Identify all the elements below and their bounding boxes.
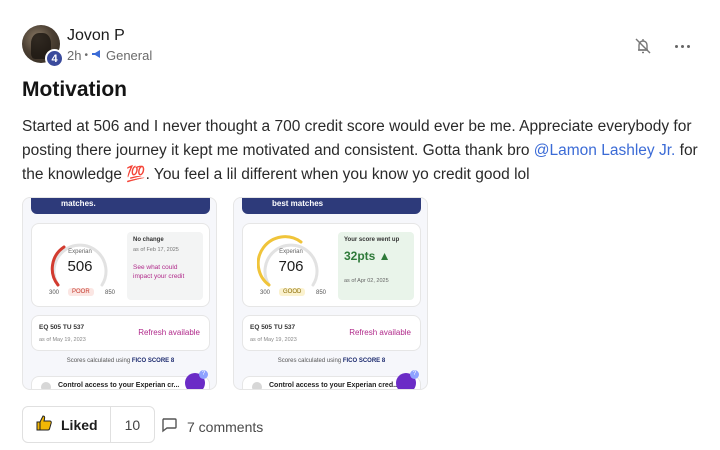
scores-note-text: Scores calculated using [277,358,342,364]
rating-badge: GOOD [279,288,306,296]
info-heading: Your score went up [344,237,400,243]
like-group: Liked 10 [22,406,156,443]
fico-brand: FICO SCORE 8 [342,358,386,364]
like-label: Liked [61,416,98,433]
comments-label: 7 comments [187,418,264,435]
fico-date: as of May 19, 2023 [250,337,297,343]
banner: best matches [242,198,421,214]
score-info-box: Your score went up 32pts ▲ as of Apr 02,… [338,232,414,300]
bell-off-icon[interactable] [633,36,653,56]
range-max: 850 [316,290,327,296]
like-button[interactable]: Liked [23,407,111,442]
lock-icon [41,382,51,389]
banner: matches. [31,198,210,214]
post-meta: 2h • General [67,48,152,63]
access-text: Control access to your Experian cr... [58,382,180,389]
rating-badge: POOR [68,288,94,296]
mention-link[interactable]: @Lamon Lashley Jr. [534,142,676,159]
chat-icon: ? [396,370,419,389]
score-info-box: No change as of Feb 17, 2025 See what co… [127,232,203,300]
info-date: as of Apr 02, 2025 [344,278,389,284]
bureau-label: Experian [68,249,92,255]
meta-separator: • [84,50,88,61]
more-icon[interactable] [672,36,692,56]
author-name[interactable]: Jovon P [67,27,125,45]
info-link: See what could impact your credit [133,264,185,280]
fico-scores: EQ 505 TU 537 [39,324,85,331]
scores-note: Scores calculated using FICO SCORE 8 [234,358,427,364]
comment-icon [160,416,178,437]
chat-icon: ? [185,370,208,389]
fico-date: as of May 19, 2023 [39,337,86,343]
lock-icon [252,382,262,389]
range-min: 300 [260,290,271,296]
post-time: 2h [67,48,82,63]
access-card: Control access to your Experian cr... [31,376,210,389]
attachment-image-1[interactable]: matches. Experian 506 300 POOR 850 No ch… [22,197,217,390]
points-change: 32pts ▲ [344,249,391,263]
like-count[interactable]: 10 [111,407,155,442]
comments-button[interactable]: 7 comments [160,416,263,437]
megaphone-icon [91,48,103,63]
post-category[interactable]: General [106,48,152,63]
bureau-label: Experian [279,249,303,255]
post-body: Started at 506 and I never thought a 700… [22,115,702,187]
credit-score: 706 [278,258,304,275]
post-title: Motivation [22,78,127,101]
range-min: 300 [49,290,60,296]
refresh-label: Refresh available [349,328,411,337]
credit-score: 506 [67,258,93,275]
score-card: Experian 706 300 GOOD 850 Your score wen… [242,223,421,307]
scores-note: Scores calculated using FICO SCORE 8 [23,358,216,364]
info-heading: No change [133,237,164,243]
thumbs-up-icon [35,414,53,435]
fico-card: EQ 505 TU 537 as of May 19, 2023 Refresh… [31,315,210,351]
attachment-image-2[interactable]: best matches Experian 706 300 GOOD 850 Y… [233,197,428,390]
fico-scores: EQ 505 TU 537 [250,324,296,331]
refresh-label: Refresh available [138,328,200,337]
access-card: Control access to your Experian cred... [242,376,421,389]
range-max: 850 [105,290,116,296]
fico-card: EQ 505 TU 537 as of May 19, 2023 Refresh… [242,315,421,351]
score-card: Experian 506 300 POOR 850 No change as o… [31,223,210,307]
fico-brand: FICO SCORE 8 [131,358,175,364]
scores-note-text: Scores calculated using [66,358,131,364]
info-date: as of Feb 17, 2025 [133,247,179,253]
level-badge: 4 [45,49,64,68]
access-text: Control access to your Experian cred... [269,382,399,389]
